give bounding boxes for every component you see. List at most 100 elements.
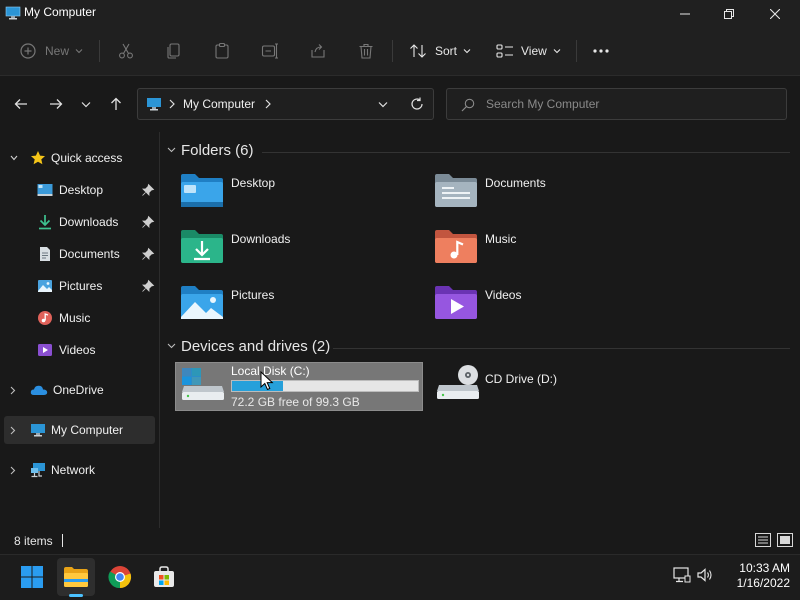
address-bar[interactable]: My Computer [137, 88, 434, 120]
folder-label: Documents [485, 176, 546, 190]
pin-icon[interactable] [141, 279, 155, 293]
chevron-down-icon[interactable] [378, 101, 388, 108]
forward-button[interactable] [44, 92, 68, 116]
close-button[interactable] [752, 0, 798, 28]
large-icons-view-icon[interactable] [777, 533, 793, 547]
sidebar-item-label: My Computer [51, 423, 124, 437]
chevron-right-icon[interactable] [10, 466, 16, 475]
sidebar-item-documents[interactable]: Documents [4, 240, 155, 268]
file-explorer-icon [64, 567, 88, 587]
download-icon [39, 215, 51, 230]
folder-tile-downloads[interactable]: Downloads [178, 226, 418, 270]
minimize-button[interactable] [662, 0, 708, 28]
rename-icon [261, 43, 278, 59]
view-list-icon [496, 44, 513, 58]
network-status-icon[interactable] [673, 567, 691, 583]
sidebar-item-label: Music [59, 311, 91, 325]
search-box[interactable]: Search My Computer [446, 88, 787, 120]
status-divider [62, 534, 63, 547]
paste-button[interactable] [213, 38, 231, 64]
folder-tile-pictures[interactable]: Pictures [178, 282, 418, 326]
details-view-icon[interactable] [755, 533, 771, 547]
delete-button[interactable] [357, 38, 375, 64]
up-button[interactable] [104, 92, 128, 116]
refresh-icon[interactable] [410, 97, 424, 111]
copy-button[interactable] [165, 38, 183, 64]
plus-circle-icon [20, 43, 36, 59]
computer-icon [5, 6, 21, 20]
document-icon [40, 247, 50, 261]
taskbar-chrome[interactable] [101, 558, 139, 596]
sidebar-item-videos[interactable]: Videos [4, 336, 155, 364]
restore-icon [724, 9, 734, 19]
group-divider [262, 152, 790, 153]
sidebar-item-pictures[interactable]: Pictures [4, 272, 155, 300]
folder-tile-videos[interactable]: Videos [432, 282, 672, 326]
chevron-down-icon[interactable] [167, 147, 176, 153]
close-icon [770, 9, 780, 19]
pin-icon[interactable] [141, 183, 155, 197]
start-button[interactable] [13, 558, 51, 596]
sidebar-item-quick-access[interactable]: Quick access [4, 144, 155, 172]
arrow-left-icon [14, 99, 27, 109]
folder-tile-music[interactable]: Music [432, 226, 672, 270]
chevron-down-icon [463, 49, 471, 54]
copy-icon [167, 43, 180, 59]
taskbar-microsoft-store[interactable] [145, 558, 183, 596]
chevron-down-icon [75, 49, 83, 54]
pin-icon[interactable] [141, 215, 155, 229]
downloads-folder-icon [181, 230, 223, 263]
pane-divider[interactable] [159, 132, 160, 528]
folder-label: Downloads [231, 232, 291, 246]
new-button[interactable]: New [20, 38, 83, 64]
share-icon [311, 44, 325, 58]
pictures-folder-icon [181, 286, 223, 319]
pin-icon[interactable] [141, 247, 155, 261]
recent-locations-button[interactable] [74, 92, 98, 116]
cut-button[interactable] [117, 38, 135, 64]
sidebar-item-network[interactable]: Network [4, 456, 155, 484]
hard-drive-icon [182, 368, 224, 400]
sidebar-item-downloads[interactable]: Downloads [4, 208, 155, 236]
maximize-button[interactable] [706, 0, 752, 28]
drive-label: CD Drive (D:) [485, 372, 557, 386]
sort-button[interactable]: Sort [409, 38, 471, 64]
folders-group-header[interactable]: Folders (6) [181, 142, 254, 159]
clock[interactable]: 10:33 AM 1/16/2022 [720, 561, 790, 591]
videos-folder-icon [435, 286, 477, 319]
rename-button[interactable] [261, 38, 279, 64]
devices-group-header[interactable]: Devices and drives (2) [181, 338, 330, 355]
folder-label: Videos [485, 288, 522, 302]
picture-icon [38, 280, 52, 292]
clock-time: 10:33 AM [739, 561, 790, 575]
chevron-down-icon [81, 101, 91, 107]
computer-icon [31, 424, 45, 437]
sidebar-item-music[interactable]: Music [4, 304, 155, 332]
folder-label: Desktop [231, 176, 276, 190]
sidebar-item-desktop[interactable]: Desktop [4, 176, 155, 204]
drive-tile-local-disk-c[interactable]: Local Disk (C:) 72.2 GB free of 99.3 GB [175, 362, 423, 411]
folder-tile-desktop[interactable]: Desktop [178, 170, 418, 214]
volume-icon[interactable] [697, 567, 713, 583]
chevron-right-icon[interactable] [10, 426, 16, 435]
sidebar-item-onedrive[interactable]: OneDrive [4, 376, 155, 404]
sidebar-item-my-computer[interactable]: My Computer [4, 416, 155, 444]
more-options-button[interactable] [592, 38, 610, 64]
chevron-down-icon[interactable] [167, 343, 176, 349]
trash-icon [359, 43, 373, 59]
cloud-icon [30, 385, 48, 395]
taskbar-file-explorer[interactable] [57, 558, 95, 596]
folder-tile-documents[interactable]: Documents [432, 170, 672, 214]
drive-tile-cd-drive-d[interactable]: CD Drive (D:) [432, 362, 672, 411]
music-icon [38, 311, 52, 325]
breadcrumb-my-computer[interactable]: My Computer [183, 97, 255, 111]
back-button[interactable] [9, 92, 33, 116]
sidebar-item-label: Documents [59, 247, 120, 261]
chevron-down-icon[interactable] [10, 154, 18, 162]
share-button[interactable] [309, 38, 327, 64]
view-button[interactable]: View [496, 38, 561, 64]
paste-icon [215, 42, 229, 59]
windows-logo-icon [21, 566, 43, 588]
chevron-right-icon[interactable] [10, 386, 16, 395]
more-icon [593, 49, 609, 53]
